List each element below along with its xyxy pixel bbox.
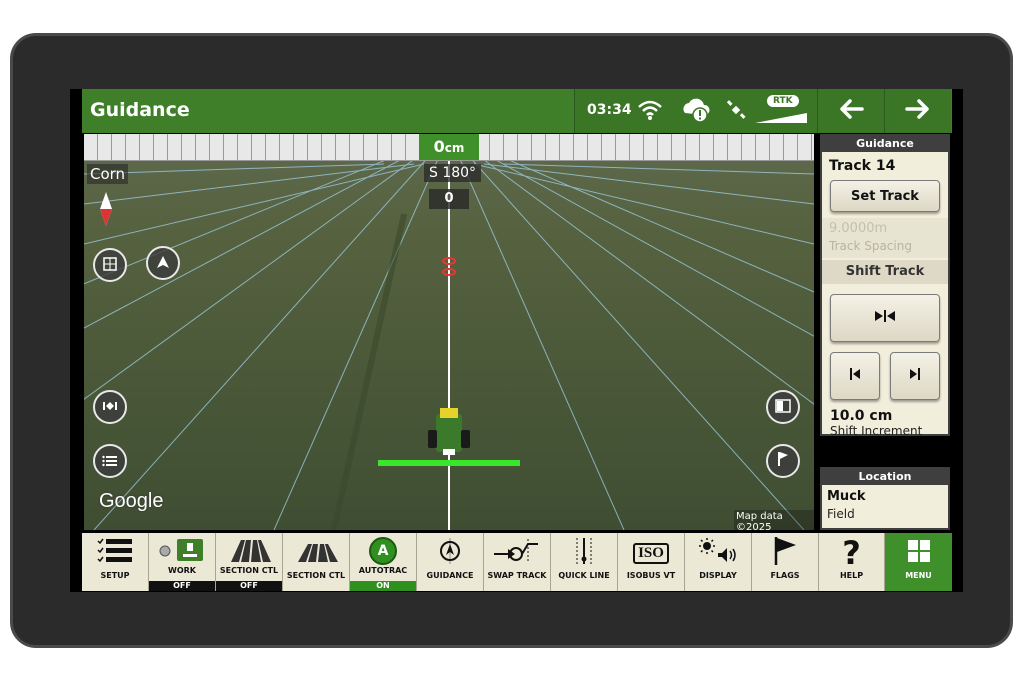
back-button[interactable]: [817, 89, 884, 133]
split-view-button[interactable]: [766, 390, 800, 424]
rtk-signal-icon: RTK: [753, 95, 809, 125]
isobus-icon: ISO: [633, 542, 669, 564]
swap-track-button[interactable]: SWAP TRACK: [484, 533, 551, 591]
offset-value: 0: [433, 137, 445, 156]
grid-map-icon: [103, 256, 117, 275]
heading-readout: S 180°: [424, 164, 482, 182]
brightness-volume-icon: [698, 537, 738, 569]
display-screen: Guidance 03:34 RTK 0cm S 180° 0 Corn Goo…: [70, 89, 963, 592]
location-panel[interactable]: Location Muck Field: [820, 467, 950, 530]
location-panel-header: Location: [822, 469, 948, 485]
flag-button[interactable]: [766, 444, 800, 478]
split-view-icon: [775, 398, 791, 417]
bottom-toolbar: SETUP WORK OFF SECTION CTL OFF SECTION C…: [82, 533, 952, 591]
guidance-button[interactable]: GUIDANCE: [417, 533, 484, 591]
autotrac-icon: A: [369, 537, 397, 565]
page-title: Guidance: [90, 99, 190, 121]
shift-left-button[interactable]: [830, 352, 880, 400]
list-view-button[interactable]: [93, 444, 127, 478]
side-panel: Guidance Track 14 Set Track 9.0000m Trac…: [820, 134, 950, 530]
location-type: Field: [827, 507, 855, 521]
section-control-icon: [227, 538, 271, 568]
track-spacing-label: Track Spacing: [829, 239, 912, 253]
work-state: OFF: [149, 581, 215, 591]
quick-line-label: QUICK LINE: [558, 571, 610, 580]
satellite-icon: [725, 99, 747, 125]
section-control-icon: [294, 538, 338, 568]
offset-readout: 0cm: [419, 134, 479, 160]
work-switch-icon: [157, 538, 207, 568]
section-control-state-1: OFF: [216, 581, 282, 591]
arrow-right-icon: [905, 98, 931, 124]
flag-icon: [777, 451, 789, 471]
google-attribution: Google: [99, 490, 164, 512]
clock: 03:34: [587, 102, 632, 118]
help-icon: ?: [842, 534, 861, 572]
menu-grid-icon: [907, 539, 931, 567]
work-button[interactable]: WORK OFF: [149, 533, 216, 591]
lateral-readout: 0: [429, 189, 469, 209]
swap-track-label: SWAP TRACK: [487, 571, 547, 580]
set-track-button[interactable]: Set Track: [830, 180, 940, 212]
help-button[interactable]: ? HELP: [819, 533, 885, 591]
flag-icon: [772, 536, 798, 570]
guidance-label: GUIDANCE: [426, 571, 474, 580]
help-label: HELP: [839, 571, 864, 580]
setup-label: SETUP: [100, 571, 130, 580]
status-area[interactable]: 03:34 RTK: [574, 89, 817, 133]
autotrac-label: AUTOTRAC: [358, 566, 408, 575]
swap-track-icon: [492, 538, 542, 568]
track-spacing-value: 9.0000m: [829, 221, 888, 236]
isobus-vt-button[interactable]: ISO ISOBUS VT: [618, 533, 685, 591]
cloud-warning-icon: [679, 97, 711, 127]
track-name: Track 14: [829, 158, 896, 174]
section-control-label-2: SECTION CTL: [286, 571, 346, 580]
north-up-button[interactable]: [146, 246, 180, 280]
location-name: Muck: [827, 489, 866, 504]
section-control-button-2[interactable]: SECTION CTL: [283, 533, 350, 591]
setup-button[interactable]: SETUP: [82, 533, 149, 591]
menu-label: MENU: [905, 571, 932, 580]
section-control-button-1[interactable]: SECTION CTL OFF: [216, 533, 283, 591]
rotate-view-button[interactable]: [93, 390, 127, 424]
top-bar: Guidance 03:34 RTK: [82, 89, 952, 133]
checklist-icon: [97, 537, 133, 569]
arrow-left-icon: [838, 98, 864, 124]
shift-left-icon: [848, 366, 862, 386]
navigation-arrow-icon: [156, 254, 170, 273]
quick-line-icon: [568, 537, 600, 569]
display-label: DISPLAY: [699, 571, 737, 580]
guidance-panel: Guidance Track 14 Set Track 9.0000m Trac…: [820, 134, 950, 438]
shift-track-label: Shift Track: [822, 260, 948, 284]
track-spacing: 9.0000m Track Spacing: [822, 218, 948, 258]
display-button[interactable]: DISPLAY: [685, 533, 752, 591]
flags-label: FLAGS: [770, 571, 800, 580]
map-layers-button[interactable]: [93, 248, 127, 282]
isobus-vt-label: ISOBUS VT: [626, 571, 676, 580]
shift-right-icon: [908, 366, 922, 386]
offset-unit: cm: [444, 141, 465, 155]
menu-button[interactable]: MENU: [885, 533, 952, 591]
work-label: WORK: [168, 566, 196, 575]
guidance-icon: [434, 537, 466, 569]
autotrac-button[interactable]: A AUTOTRAC ON: [350, 533, 417, 591]
autotrac-state: ON: [350, 581, 416, 591]
center-track-button[interactable]: [830, 294, 940, 342]
forward-button[interactable]: [884, 89, 951, 133]
section-control-label-1: SECTION CTL: [219, 566, 279, 575]
flags-button[interactable]: FLAGS: [752, 533, 819, 591]
guidance-panel-header: Guidance: [822, 136, 948, 152]
map-data-attribution: Map data ©2025: [734, 510, 814, 530]
crop-label: Corn: [87, 164, 129, 184]
shift-increment-value: 10.0 cm: [830, 408, 893, 424]
wifi-icon: [637, 99, 663, 125]
quick-line-button[interactable]: QUICK LINE: [551, 533, 618, 591]
rotate-view-icon: [101, 398, 119, 417]
shift-right-button[interactable]: [890, 352, 940, 400]
shift-increment-label: Shift Increment: [830, 424, 923, 438]
shift-center-icon: [872, 308, 898, 328]
list-icon: [102, 452, 118, 471]
map-view[interactable]: 0cm S 180° 0 Corn Google Map data ©2025: [84, 134, 814, 530]
